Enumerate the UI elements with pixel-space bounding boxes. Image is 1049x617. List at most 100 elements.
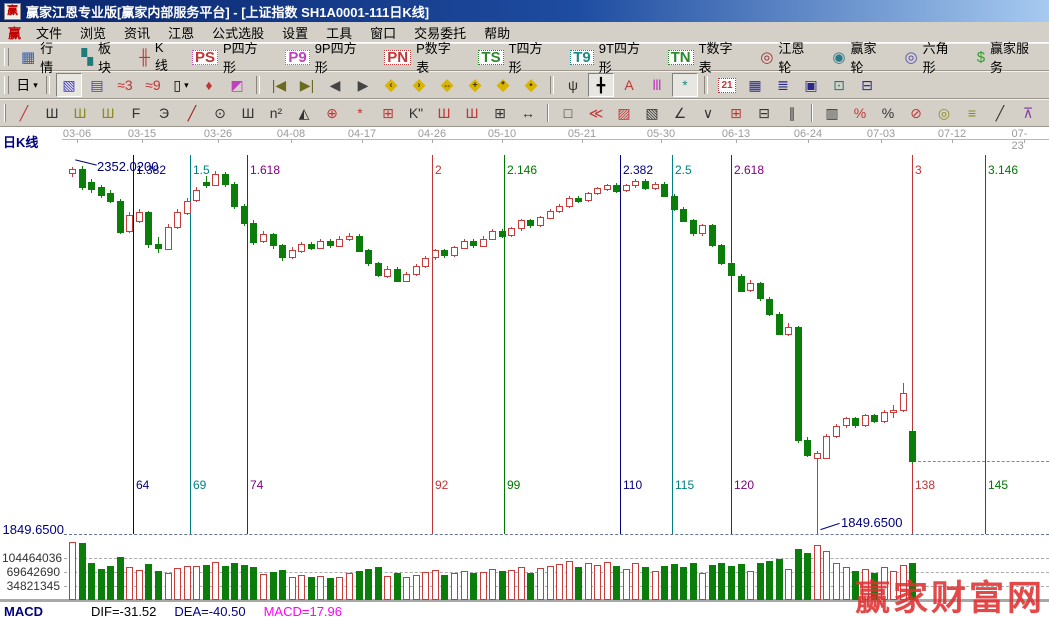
- k-notation-tool[interactable]: K": [403, 101, 429, 125]
- percent-tool[interactable]: %: [875, 101, 901, 125]
- t-square-button[interactable]: TS T四方形: [471, 41, 561, 75]
- v-lines-tool[interactable]: ∨: [695, 101, 721, 125]
- pattern-box-tool[interactable]: ▨: [611, 101, 637, 125]
- volume-axis-label: 34821345: [6, 579, 60, 593]
- wave-9-button[interactable]: ≈9: [140, 73, 166, 97]
- angle-mirror-tool[interactable]: ◭: [291, 101, 317, 125]
- flag-chart-button[interactable]: ◩: [224, 73, 250, 97]
- calculator-button[interactable]: ▦: [742, 73, 768, 97]
- fan-lines-tool[interactable]: ≪: [583, 101, 609, 125]
- diamond-dot-button[interactable]: ◆ •: [518, 73, 544, 97]
- next-bar-button[interactable]: ▶: [350, 73, 376, 97]
- quotes-button[interactable]: ▦ 行情: [14, 41, 72, 75]
- 9t-square-button[interactable]: T9 9T四方形: [563, 41, 658, 75]
- volume-gridline: [64, 558, 1049, 559]
- diamond-left-button[interactable]: ◆ ‹: [378, 73, 404, 97]
- comb-tool[interactable]: Ш: [235, 101, 261, 125]
- prev-bar-button[interactable]: ◀: [322, 73, 348, 97]
- gann-ratio-label: 3.146: [988, 163, 1019, 177]
- percent-red-tool[interactable]: %: [847, 101, 873, 125]
- gold-lines-tool[interactable]: ≡: [959, 101, 985, 125]
- circled-percent-tool[interactable]: ⊘: [903, 101, 929, 125]
- bars-tool[interactable]: ▥: [819, 101, 845, 125]
- diamond-span-button[interactable]: ◆ ↔: [434, 73, 460, 97]
- f-square-tool[interactable]: F: [123, 101, 149, 125]
- diamond-plus-button[interactable]: ◆ +: [462, 73, 488, 97]
- toolbar-draw: ╱ШШШFЭ╱⊙Шn²◭⊕*⊞K"ШШ⊞↔□≪▨▧∠∨⊞⊟∥▥%%⊘◎≡╱⊼≋J…: [0, 99, 1049, 127]
- win-grid-tool[interactable]: Ш: [459, 101, 485, 125]
- notes-button[interactable]: ≣: [770, 73, 796, 97]
- red-grid-tool[interactable]: ⊞: [723, 101, 749, 125]
- toolbar-grip[interactable]: [4, 104, 6, 122]
- gann-count-label: 69: [193, 478, 207, 492]
- next-bar-button-glyph: ▶: [357, 76, 369, 93]
- candle-style-button-dropdown-arrow[interactable]: ▾: [184, 80, 189, 91]
- volume-bar: [308, 577, 315, 600]
- stats-ticket-button[interactable]: Ⅲ: [644, 73, 670, 97]
- gold-circle-tool[interactable]: ◎: [931, 101, 957, 125]
- gold-grid-tool[interactable]: Ш: [67, 101, 93, 125]
- diamond-star-button[interactable]: ◆ *: [490, 73, 516, 97]
- winner-wheel-button[interactable]: ◉ 赢家轮: [825, 41, 895, 75]
- shen-grid-tool[interactable]: Ш: [431, 101, 457, 125]
- volume-bar: [461, 571, 468, 600]
- winner-service-button[interactable]: $ 赢家服务: [970, 41, 1048, 75]
- quotes-button-label: 行情: [40, 41, 54, 75]
- ticket-grid-tool[interactable]: ⊞: [487, 101, 513, 125]
- analysis-figure-button[interactable]: ♦: [196, 73, 222, 97]
- spiral-tool[interactable]: Э: [151, 101, 177, 125]
- period-daily-selector-dropdown-arrow[interactable]: ▾: [33, 80, 38, 91]
- web-square-tool[interactable]: ⊞: [375, 101, 401, 125]
- smart-chart-button[interactable]: *: [672, 73, 698, 97]
- calendar-button[interactable]: 21: [714, 73, 740, 97]
- trend-angle-tool[interactable]: ∠: [667, 101, 693, 125]
- n2-grid-tool[interactable]: n²: [263, 101, 289, 125]
- last-page-button[interactable]: ▶|: [294, 73, 320, 97]
- gold-grid-2-tool[interactable]: Ш: [95, 101, 121, 125]
- gann-grid-tool[interactable]: Ш: [39, 101, 65, 125]
- p-square-button[interactable]: PS P四方形: [185, 41, 276, 75]
- chart-grid-tool[interactable]: ⊟: [751, 101, 777, 125]
- circled-cross-tool[interactable]: ⊕: [319, 101, 345, 125]
- sectors-button[interactable]: ▚ 板块: [74, 41, 130, 75]
- chart-mode-button[interactable]: ▧: [56, 73, 82, 97]
- 9p-square-button[interactable]: P9 9P四方形: [278, 41, 375, 75]
- span-arrow-tool[interactable]: ↔: [515, 101, 541, 125]
- star-web-tool[interactable]: *: [347, 101, 373, 125]
- time-pencil-tool[interactable]: ╱: [987, 101, 1013, 125]
- pointer-a-button[interactable]: A: [616, 73, 642, 97]
- circle-3-tool[interactable]: ⊙: [207, 101, 233, 125]
- save-button[interactable]: ▣: [798, 73, 824, 97]
- info-list-button[interactable]: ▤: [84, 73, 110, 97]
- box-select-tool[interactable]: □: [555, 101, 581, 125]
- t-table-button[interactable]: TN T数字表: [661, 41, 752, 75]
- purple-band-tool[interactable]: ⊼: [1015, 101, 1041, 125]
- hand-tool-button[interactable]: ψ: [560, 73, 586, 97]
- red-pencil-tool-glyph: ╱: [187, 104, 197, 121]
- period-daily-selector[interactable]: 日 ▾: [14, 73, 40, 97]
- pattern-box-2-tool[interactable]: ▧: [639, 101, 665, 125]
- p-table-button[interactable]: PN P数字表: [377, 41, 469, 75]
- crosshair-tool-button[interactable]: ╋: [588, 73, 614, 97]
- toolbar-grip[interactable]: [4, 48, 9, 66]
- hexagon-button[interactable]: ◎ 六角形: [898, 41, 968, 75]
- print-button[interactable]: ⊟: [854, 73, 880, 97]
- export-button[interactable]: ⊡: [826, 73, 852, 97]
- menu-item-gann[interactable]: 江恩: [159, 26, 203, 41]
- gann-count-label: 99: [507, 478, 521, 492]
- k-notation-tool-glyph: K": [408, 105, 424, 121]
- kline-button[interactable]: ╫ K线: [132, 40, 183, 73]
- gold-levels-tool[interactable]: ≋: [1043, 101, 1049, 125]
- parallel-lines-tool[interactable]: ∥: [779, 101, 805, 125]
- red-pencil-tool[interactable]: ╱: [179, 101, 205, 125]
- chart-plot-area[interactable]: 日K线 03-06 03-15 03-26 04-08 04-17 04-26 05-10 0…: [0, 127, 1049, 617]
- toolbar-grip[interactable]: [4, 76, 9, 94]
- pencil-tool[interactable]: ╱: [11, 101, 37, 125]
- menu-item-settings[interactable]: 设置: [273, 26, 317, 41]
- first-page-button[interactable]: |◀: [266, 73, 292, 97]
- gann-wheel-button[interactable]: ◎ 江恩轮: [753, 41, 823, 75]
- indicator-name[interactable]: MACD: [4, 604, 43, 617]
- candle-style-button[interactable]: ▯ ▾: [168, 73, 194, 97]
- diamond-right-button[interactable]: ◆ ›: [406, 73, 432, 97]
- wave-3-button[interactable]: ≈3: [112, 73, 138, 97]
